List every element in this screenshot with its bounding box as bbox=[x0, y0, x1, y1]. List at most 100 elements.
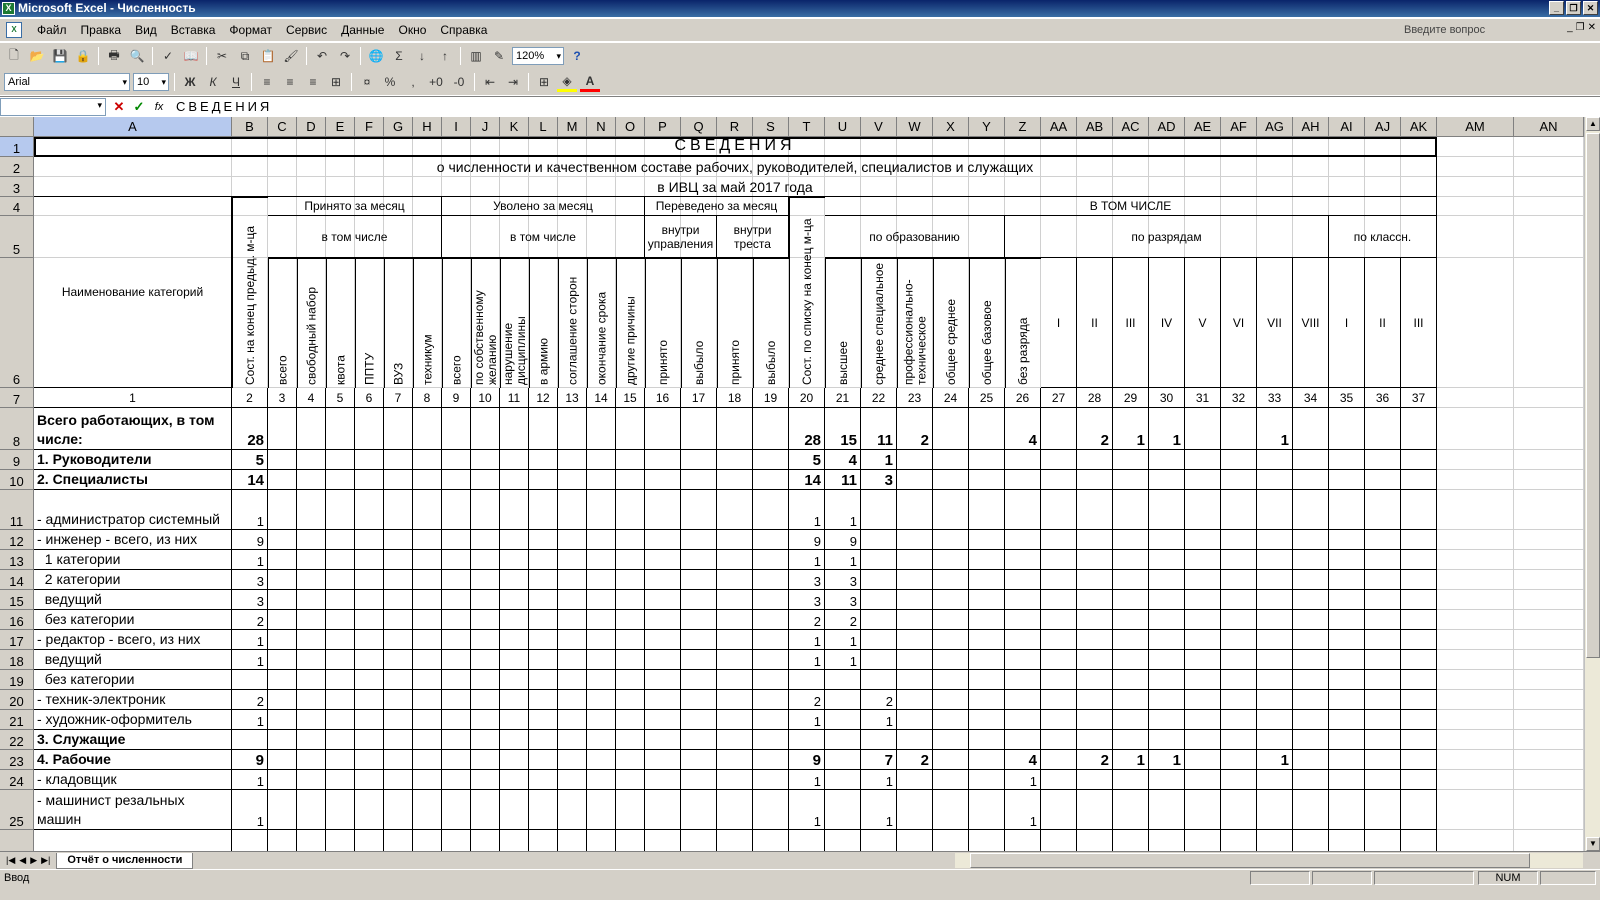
data-cell[interactable] bbox=[1041, 408, 1077, 450]
data-cell[interactable] bbox=[717, 670, 753, 690]
data-cell[interactable] bbox=[1401, 550, 1437, 570]
data-cell[interactable] bbox=[897, 730, 933, 750]
data-cell[interactable] bbox=[861, 670, 897, 690]
data-cell[interactable] bbox=[825, 790, 861, 830]
data-cell[interactable] bbox=[268, 830, 297, 851]
data-cell[interactable] bbox=[297, 690, 326, 710]
doc-minimize-button[interactable]: _ bbox=[1567, 22, 1573, 33]
data-cell[interactable] bbox=[897, 610, 933, 630]
data-cell[interactable] bbox=[933, 470, 969, 490]
data-cell[interactable] bbox=[1113, 630, 1149, 650]
data-cell[interactable] bbox=[384, 830, 413, 851]
data-cell[interactable] bbox=[753, 790, 789, 830]
data-cell[interactable] bbox=[1221, 490, 1257, 530]
report-title[interactable]: СВЕДЕНИЯ bbox=[34, 137, 1437, 157]
data-cell[interactable] bbox=[1113, 470, 1149, 490]
data-cell[interactable] bbox=[297, 570, 326, 590]
data-cell[interactable]: 3 bbox=[825, 590, 861, 610]
column-number-r[interactable]: 18 bbox=[717, 388, 753, 408]
data-cell[interactable] bbox=[442, 450, 471, 470]
cell[interactable] bbox=[1437, 137, 1514, 157]
data-cell[interactable] bbox=[1257, 630, 1293, 650]
data-cell[interactable] bbox=[587, 590, 616, 610]
column-header-i[interactable]: I bbox=[442, 117, 471, 137]
data-cell[interactable] bbox=[753, 570, 789, 590]
data-cell[interactable] bbox=[326, 790, 355, 830]
data-cell[interactable] bbox=[1257, 590, 1293, 610]
data-cell[interactable] bbox=[471, 590, 500, 610]
data-cell[interactable]: 1 bbox=[789, 650, 825, 670]
row-header-10[interactable]: 10 bbox=[0, 470, 34, 490]
column-number-x[interactable]: 24 bbox=[933, 388, 969, 408]
data-cell[interactable] bbox=[500, 470, 529, 490]
data-cell[interactable] bbox=[717, 530, 753, 550]
data-cell[interactable] bbox=[933, 670, 969, 690]
bold-icon[interactable]: Ж bbox=[180, 72, 200, 92]
data-cell[interactable]: 9 bbox=[825, 530, 861, 550]
grade-header-ag[interactable]: VII bbox=[1257, 258, 1293, 388]
data-cell[interactable] bbox=[384, 570, 413, 590]
data-cell[interactable] bbox=[616, 670, 645, 690]
data-cell[interactable] bbox=[587, 710, 616, 730]
data-cell[interactable] bbox=[1113, 450, 1149, 470]
minimize-button[interactable]: _ bbox=[1549, 1, 1564, 15]
data-cell[interactable] bbox=[753, 450, 789, 470]
data-cell[interactable]: 1 bbox=[789, 770, 825, 790]
data-cell[interactable] bbox=[717, 770, 753, 790]
data-cell[interactable] bbox=[355, 630, 384, 650]
edu-header-w[interactable]: профессионально-техническое bbox=[897, 258, 933, 388]
row-header-18[interactable]: 18 bbox=[0, 650, 34, 670]
subheader-q[interactable]: выбыло bbox=[681, 258, 717, 388]
font-color-icon[interactable]: A bbox=[580, 72, 600, 92]
vertical-scrollbar[interactable]: ▲ ▼ bbox=[1584, 117, 1600, 851]
menu-data[interactable]: Данные bbox=[334, 23, 391, 37]
data-cell[interactable] bbox=[933, 710, 969, 730]
data-cell[interactable] bbox=[413, 490, 442, 530]
data-cell[interactable] bbox=[1365, 450, 1401, 470]
data-cell[interactable] bbox=[897, 630, 933, 650]
data-cell[interactable] bbox=[681, 670, 717, 690]
data-cell[interactable] bbox=[825, 690, 861, 710]
sort-asc-icon[interactable]: ↓ bbox=[412, 46, 432, 66]
data-cell[interactable]: 1 bbox=[789, 790, 825, 830]
data-cell[interactable] bbox=[1185, 730, 1221, 750]
data-cell[interactable] bbox=[326, 830, 355, 851]
data-cell[interactable] bbox=[587, 450, 616, 470]
data-cell[interactable] bbox=[1365, 490, 1401, 530]
data-cell[interactable] bbox=[969, 650, 1005, 670]
increase-indent-icon[interactable]: ⇥ bbox=[503, 72, 523, 92]
row-label[interactable]: ведущий bbox=[34, 590, 232, 610]
menu-view[interactable]: Вид bbox=[128, 23, 164, 37]
column-number-f[interactable]: 6 bbox=[355, 388, 384, 408]
data-cell[interactable] bbox=[616, 790, 645, 830]
data-cell[interactable] bbox=[897, 670, 933, 690]
doc-close-button[interactable]: ✕ bbox=[1588, 22, 1596, 33]
data-cell[interactable] bbox=[1401, 750, 1437, 770]
data-cell[interactable] bbox=[1005, 470, 1041, 490]
data-cell[interactable] bbox=[297, 530, 326, 550]
data-cell[interactable] bbox=[1185, 770, 1221, 790]
row-header-14[interactable]: 14 bbox=[0, 570, 34, 590]
column-number-s[interactable]: 19 bbox=[753, 388, 789, 408]
data-cell[interactable] bbox=[616, 710, 645, 730]
data-cell[interactable] bbox=[587, 550, 616, 570]
data-cell[interactable] bbox=[1365, 690, 1401, 710]
column-header-af[interactable]: AF bbox=[1221, 117, 1257, 137]
data-cell[interactable] bbox=[1221, 530, 1257, 550]
data-cell[interactable] bbox=[500, 710, 529, 730]
cell[interactable] bbox=[1437, 570, 1514, 590]
data-cell[interactable] bbox=[616, 730, 645, 750]
data-cell[interactable] bbox=[500, 730, 529, 750]
data-cell[interactable] bbox=[355, 408, 384, 450]
data-cell[interactable]: 4 bbox=[825, 450, 861, 470]
row-label[interactable]: - кладовщик bbox=[34, 770, 232, 790]
data-cell[interactable] bbox=[232, 670, 268, 690]
copy-icon[interactable]: ⧉ bbox=[235, 46, 255, 66]
data-cell[interactable] bbox=[384, 590, 413, 610]
data-cell[interactable] bbox=[1365, 650, 1401, 670]
data-cell[interactable] bbox=[1185, 570, 1221, 590]
data-cell[interactable] bbox=[500, 590, 529, 610]
data-cell[interactable] bbox=[442, 830, 471, 851]
data-cell[interactable] bbox=[753, 630, 789, 650]
header-edu[interactable]: по образованию bbox=[825, 216, 1005, 258]
